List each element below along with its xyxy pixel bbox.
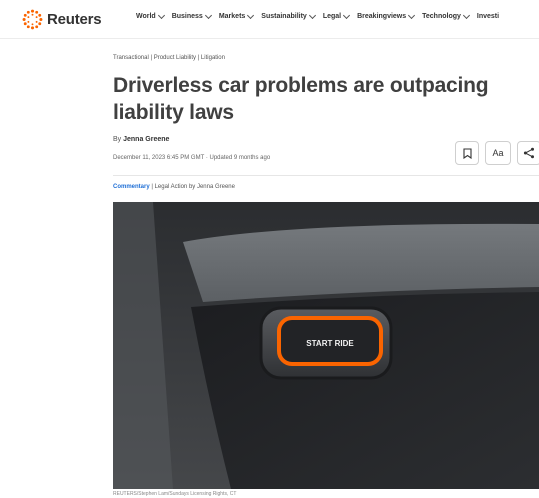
nav-item-technology[interactable]: Technology bbox=[422, 11, 470, 20]
car-interior-image: START RIDE bbox=[113, 202, 539, 489]
share-icon bbox=[523, 147, 534, 159]
chevron-down-icon bbox=[157, 11, 165, 19]
brand-name: Reuters bbox=[47, 10, 102, 28]
reuters-logo-icon bbox=[22, 9, 43, 29]
site-header: Reuters World Business Markets Sustainab… bbox=[0, 0, 539, 39]
photo-caption: REUTERS/Stephen Lam/Sundays Licensing Ri… bbox=[113, 491, 237, 497]
nav-item-markets[interactable]: Markets bbox=[219, 11, 255, 20]
header-divider bbox=[113, 175, 539, 176]
text-size-label: Aa bbox=[492, 148, 504, 158]
bookmark-button[interactable] bbox=[455, 141, 479, 165]
chevron-down-icon bbox=[247, 11, 255, 19]
nav-item-business[interactable]: Business bbox=[172, 11, 212, 20]
start-ride-label: START RIDE bbox=[306, 339, 354, 348]
text-size-button[interactable]: Aa bbox=[485, 141, 511, 165]
article-dateline: December 11, 2023 6:45 PM GMT · Updated … bbox=[113, 155, 271, 161]
chevron-down-icon bbox=[343, 11, 351, 19]
commentary-series: | Legal Action by Jenna Greene bbox=[149, 184, 235, 190]
nav-item-legal[interactable]: Legal bbox=[323, 11, 351, 20]
byline: By Jenna Greene bbox=[113, 136, 169, 143]
nav-item-investigations[interactable]: Investi bbox=[477, 13, 499, 20]
lead-photo[interactable]: START RIDE bbox=[113, 202, 539, 489]
commentary-line: Commentary | Legal Action by Jenna Green… bbox=[113, 184, 235, 190]
article-headline: Driverless car problems are outpacing li… bbox=[113, 74, 489, 124]
main-nav: World Business Markets Sustainability Le… bbox=[136, 11, 507, 20]
byline-prefix: By bbox=[113, 136, 124, 143]
chevron-down-icon bbox=[308, 11, 316, 19]
reuters-logo[interactable]: Reuters bbox=[22, 8, 102, 30]
article-tools: Aa bbox=[455, 141, 539, 165]
bookmark-icon bbox=[462, 147, 472, 159]
share-button[interactable] bbox=[517, 141, 539, 165]
chevron-down-icon bbox=[462, 11, 470, 19]
commentary-tag[interactable]: Commentary bbox=[113, 184, 150, 190]
nav-item-sustainability[interactable]: Sustainability bbox=[261, 11, 316, 20]
chevron-down-icon bbox=[204, 11, 212, 19]
breadcrumb[interactable]: Transactional | Product Liability | Liti… bbox=[113, 55, 225, 61]
author-link[interactable]: Jenna Greene bbox=[123, 136, 169, 143]
nav-item-world[interactable]: World bbox=[136, 11, 165, 20]
nav-item-breakingviews[interactable]: Breakingviews bbox=[357, 11, 416, 20]
chevron-down-icon bbox=[408, 11, 416, 19]
